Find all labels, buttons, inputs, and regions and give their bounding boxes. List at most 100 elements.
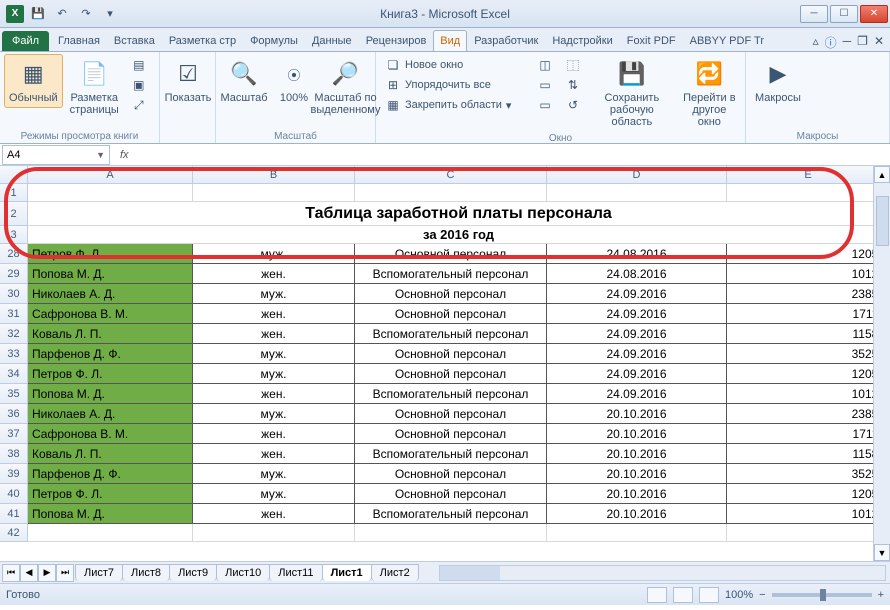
- cell[interactable]: [193, 524, 355, 542]
- cell-name[interactable]: Парфенов Д. Ф.: [28, 464, 193, 484]
- col-header-D[interactable]: D: [547, 166, 727, 183]
- tab-pagelayout[interactable]: Разметка стр: [162, 30, 243, 51]
- row-header[interactable]: 30: [0, 284, 28, 304]
- sheet-tab[interactable]: Лист11: [269, 564, 322, 581]
- cell-gender[interactable]: муж.: [193, 364, 355, 384]
- close-button[interactable]: ✕: [860, 5, 888, 23]
- pagelayout-view-icon[interactable]: [673, 587, 693, 603]
- cell-name[interactable]: Парфенов Д. Ф.: [28, 344, 193, 364]
- cell-name[interactable]: Попова М. Д.: [28, 264, 193, 284]
- zoom-selection-button[interactable]: 🔎 Масштаб по выделенному: [320, 54, 371, 120]
- cell-gender[interactable]: жен.: [193, 304, 355, 324]
- sheet-tab[interactable]: Лист7: [75, 564, 123, 581]
- macros-button[interactable]: ▶ Макросы: [750, 54, 806, 108]
- cell-date[interactable]: 24.09.2016: [547, 384, 727, 404]
- cell[interactable]: [193, 184, 355, 202]
- show-button[interactable]: ☑ Показать: [164, 54, 212, 108]
- cell-gender[interactable]: жен.: [193, 324, 355, 344]
- split-button[interactable]: ◫: [534, 56, 556, 74]
- tab-formulas[interactable]: Формулы: [243, 30, 305, 51]
- cell-amount[interactable]: 10125: [727, 504, 890, 524]
- cell-amount[interactable]: 23851: [727, 284, 890, 304]
- zoom-button[interactable]: 🔍 Масштаб: [220, 54, 268, 108]
- pagebreak-view-icon[interactable]: [699, 587, 719, 603]
- cell-amount[interactable]: 10125: [727, 264, 890, 284]
- file-tab[interactable]: Файл: [2, 31, 49, 51]
- fx-button[interactable]: fx: [120, 149, 129, 161]
- cell-category[interactable]: Вспомогательный персонал: [355, 504, 547, 524]
- cell-date[interactable]: 24.09.2016: [547, 304, 727, 324]
- cell-gender[interactable]: жен.: [193, 424, 355, 444]
- cell[interactable]: [727, 524, 890, 542]
- cell[interactable]: [28, 524, 193, 542]
- row-header[interactable]: 38: [0, 444, 28, 464]
- help-icon[interactable]: ⓘ: [825, 34, 837, 51]
- cell-date[interactable]: 20.10.2016: [547, 424, 727, 444]
- tab-addins[interactable]: Надстройки: [545, 30, 619, 51]
- cell-amount[interactable]: 17110: [727, 424, 890, 444]
- cell-category[interactable]: Основной персонал: [355, 404, 547, 424]
- cell-name[interactable]: Коваль Л. П.: [28, 324, 193, 344]
- cell-amount[interactable]: 17110: [727, 304, 890, 324]
- cell-category[interactable]: Вспомогательный персонал: [355, 444, 547, 464]
- tab-insert[interactable]: Вставка: [107, 30, 162, 51]
- cell-category[interactable]: Основной персонал: [355, 484, 547, 504]
- switch-windows-button[interactable]: 🔁 Перейти в другое окно: [678, 54, 741, 132]
- cell-name[interactable]: Попова М. Д.: [28, 504, 193, 524]
- cell-category[interactable]: Вспомогательный персонал: [355, 264, 547, 284]
- arrange-all-button[interactable]: ⊞Упорядочить все: [382, 76, 528, 94]
- pagebreak-preview-button[interactable]: ▤: [128, 56, 150, 74]
- tab-data[interactable]: Данные: [305, 30, 359, 51]
- sidebyside-button[interactable]: ⿰: [562, 56, 584, 74]
- qat-more-icon[interactable]: ▾: [100, 4, 120, 24]
- unhide-button[interactable]: ▭: [534, 96, 556, 114]
- cell-amount[interactable]: 12050: [727, 364, 890, 384]
- cell-gender[interactable]: муж.: [193, 484, 355, 504]
- cell-gender[interactable]: жен.: [193, 384, 355, 404]
- cell-amount[interactable]: 12050: [727, 484, 890, 504]
- cell-gender[interactable]: жен.: [193, 504, 355, 524]
- cell-date[interactable]: 24.09.2016: [547, 364, 727, 384]
- cell-category[interactable]: Основной персонал: [355, 284, 547, 304]
- select-all-corner[interactable]: [0, 166, 28, 183]
- reset-pos-button[interactable]: ↺: [562, 96, 584, 114]
- save-icon[interactable]: 💾: [28, 4, 48, 24]
- cell-date[interactable]: 24.09.2016: [547, 284, 727, 304]
- tab-home[interactable]: Главная: [51, 30, 107, 51]
- row-header[interactable]: 37: [0, 424, 28, 444]
- save-workspace-button[interactable]: 💾 Сохранить рабочую область: [588, 54, 676, 132]
- sheet-nav-next-icon[interactable]: ▶: [38, 564, 56, 582]
- row-header[interactable]: 39: [0, 464, 28, 484]
- tab-foxit[interactable]: Foxit PDF: [620, 30, 683, 51]
- cell-name[interactable]: Попова М. Д.: [28, 384, 193, 404]
- name-box-dropdown-icon[interactable]: ▼: [96, 150, 105, 160]
- row-header[interactable]: 34: [0, 364, 28, 384]
- col-header-C[interactable]: C: [355, 166, 547, 183]
- cell-date[interactable]: 20.10.2016: [547, 464, 727, 484]
- cell-date[interactable]: 24.08.2016: [547, 244, 727, 264]
- sheet-tab[interactable]: Лист1: [322, 564, 372, 581]
- minimize-button[interactable]: ─: [800, 5, 828, 23]
- subtitle-cell[interactable]: за 2016 год: [28, 226, 890, 244]
- zoom-slider[interactable]: [772, 593, 872, 597]
- cell-date[interactable]: 24.09.2016: [547, 324, 727, 344]
- row-header[interactable]: 2: [0, 202, 28, 226]
- cell[interactable]: [547, 524, 727, 542]
- cell-gender[interactable]: муж.: [193, 284, 355, 304]
- cell-category[interactable]: Основной персонал: [355, 344, 547, 364]
- cell-name[interactable]: Петров Ф. Л.: [28, 484, 193, 504]
- sheet-nav-prev-icon[interactable]: ◀: [20, 564, 38, 582]
- undo-icon[interactable]: ↶: [52, 4, 72, 24]
- cell[interactable]: [355, 524, 547, 542]
- cell-gender[interactable]: жен.: [193, 444, 355, 464]
- cell-name[interactable]: Николаев А. Д.: [28, 404, 193, 424]
- redo-icon[interactable]: ↷: [76, 4, 96, 24]
- sheet-tab[interactable]: Лист2: [371, 564, 419, 581]
- cell-gender[interactable]: муж.: [193, 464, 355, 484]
- cell-date[interactable]: 20.10.2016: [547, 404, 727, 424]
- row-header[interactable]: 29: [0, 264, 28, 284]
- cell-name[interactable]: Сафронова В. М.: [28, 304, 193, 324]
- col-header-A[interactable]: A: [28, 166, 193, 183]
- tab-abbyy[interactable]: ABBYY PDF Tr: [683, 30, 771, 51]
- cell-amount[interactable]: 11580: [727, 324, 890, 344]
